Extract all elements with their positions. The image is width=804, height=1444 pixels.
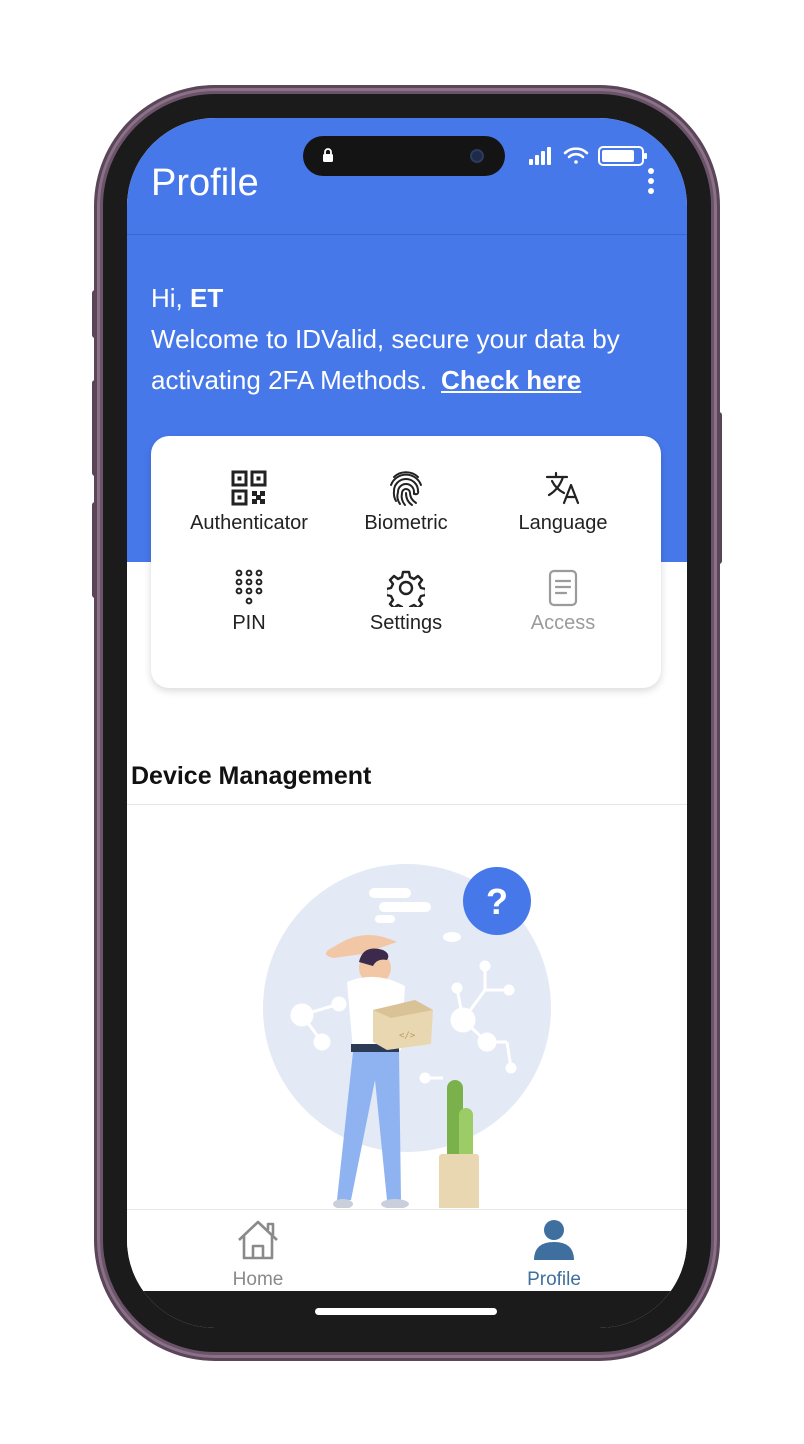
more-vert-icon[interactable] bbox=[644, 168, 658, 198]
translate-icon bbox=[545, 471, 580, 505]
gear-icon bbox=[387, 570, 425, 607]
user-name: ET bbox=[190, 283, 224, 313]
pin-tile[interactable]: PIN bbox=[164, 568, 334, 635]
biometric-tile[interactable]: Biometric bbox=[321, 468, 491, 535]
device-management-illustration: ? </> bbox=[263, 864, 551, 1208]
language-tile[interactable]: Language bbox=[478, 468, 648, 535]
page-title: Profile bbox=[151, 162, 259, 204]
signal-icon bbox=[529, 147, 551, 165]
nav-label: Profile bbox=[527, 1269, 581, 1290]
tile-label: Settings bbox=[369, 612, 443, 634]
bottom-nav: Home Profile bbox=[127, 1209, 687, 1292]
svg-text:</>: </> bbox=[399, 1031, 416, 1041]
dialpad-icon bbox=[235, 569, 263, 605]
section-divider bbox=[127, 804, 687, 805]
settings-tile[interactable]: Settings bbox=[321, 568, 491, 635]
nav-profile[interactable]: Profile bbox=[484, 1218, 624, 1291]
tile-label: Authenticator bbox=[190, 512, 308, 534]
nav-home[interactable]: Home bbox=[188, 1218, 328, 1291]
home-indicator[interactable] bbox=[315, 1308, 497, 1315]
tile-label: PIN bbox=[232, 612, 266, 634]
fingerprint-icon bbox=[390, 471, 422, 506]
section-title: Device Management bbox=[131, 762, 372, 790]
check-here-link[interactable]: Check here bbox=[441, 365, 581, 395]
svg-text:?: ? bbox=[486, 881, 508, 922]
quick-actions-card: Authenticator Biometric Language PIN Set… bbox=[151, 436, 661, 688]
document-icon bbox=[548, 569, 578, 607]
wifi-icon bbox=[563, 147, 589, 164]
lock-icon bbox=[323, 148, 333, 162]
greeting-hi: Hi, bbox=[151, 283, 183, 313]
authenticator-tile[interactable]: Authenticator bbox=[164, 468, 334, 535]
camera-icon bbox=[470, 149, 484, 163]
tile-label: Access bbox=[530, 612, 596, 634]
person-icon bbox=[534, 1220, 574, 1260]
header-divider bbox=[127, 234, 687, 235]
tile-label: Language bbox=[518, 512, 608, 534]
qr-code-icon bbox=[231, 470, 267, 506]
status-bar-icons bbox=[529, 144, 649, 173]
battery-icon bbox=[598, 146, 647, 166]
welcome-text: Hi, ET Welcome to IDValid, secure your d… bbox=[151, 278, 661, 401]
dynamic-island bbox=[303, 136, 505, 176]
phone-screen: Profile Hi, ET Welcome to IDValid, secur… bbox=[127, 118, 687, 1328]
nav-label: Home bbox=[232, 1269, 284, 1290]
greeting-line: Hi, ET bbox=[151, 278, 661, 319]
access-tile[interactable]: Access bbox=[478, 568, 648, 635]
tile-label: Biometric bbox=[364, 512, 448, 534]
home-icon bbox=[238, 1220, 278, 1260]
